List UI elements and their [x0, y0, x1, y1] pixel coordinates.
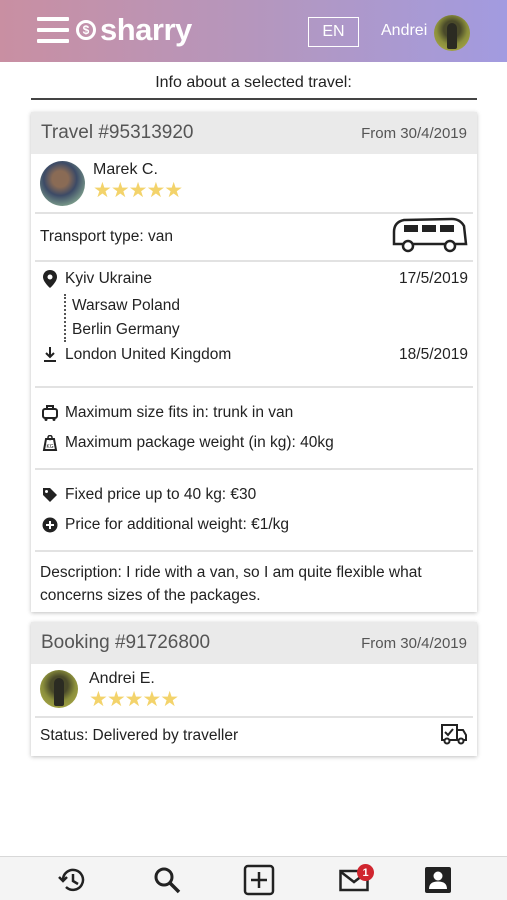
booking-person-rating-stars: ★★★★★ [89, 688, 179, 711]
route-origin: Kyiv Ukraine 17/5/2019 [40, 270, 468, 288]
profile-icon[interactable] [421, 863, 455, 897]
plus-circle-icon [40, 517, 60, 533]
package-limits: Maximum size fits in: trunk in van KG Ma… [31, 388, 477, 468]
van-icon [388, 216, 468, 259]
travel-description: Description: I ride with a van, so I am … [40, 564, 422, 604]
booking-title: Booking #91726800 [41, 632, 211, 653]
history-icon[interactable] [55, 863, 89, 897]
destination-city: London United Kingdom [65, 346, 232, 363]
booking-person-avatar[interactable] [40, 670, 78, 708]
travel-card: Travel #95313920 From 30/4/2019 Marek C.… [31, 112, 477, 612]
luggage-icon [40, 405, 60, 421]
booking-person-info[interactable]: Andrei E. ★★★★★ [31, 664, 477, 716]
svg-text:KG: KG [46, 444, 53, 450]
logo-text: sharry [100, 12, 192, 47]
user-name[interactable]: Andrei [381, 22, 427, 40]
fixed-price-text: Fixed price up to 40 kg: €30 [65, 486, 257, 503]
mail-unread-badge: 1 [357, 864, 374, 881]
subtitle-divider [31, 98, 477, 100]
driver-avatar[interactable] [40, 161, 85, 206]
app-header: $ sharry EN Andrei [0, 0, 507, 62]
max-size-row: Maximum size fits in: trunk in van [40, 398, 468, 428]
additional-price-text: Price for additional weight: €1/kg [65, 516, 290, 533]
hamburger-icon[interactable] [37, 17, 69, 43]
booking-status-text: Status: Delivered by traveller [40, 727, 239, 744]
stop-item: Berlin Germany [72, 321, 180, 338]
booking-card-header: Booking #91726800 From 30/4/2019 [31, 622, 477, 664]
max-weight-row: KG Maximum package weight (in kg): 40kg [40, 428, 468, 458]
destination-date: 18/5/2019 [399, 346, 468, 363]
transport-type-label: Transport type: van [40, 228, 173, 245]
driver-name: Marek C. [93, 161, 158, 178]
language-button[interactable]: EN [308, 17, 359, 47]
fixed-price-row: Fixed price up to 40 kg: €30 [40, 480, 468, 510]
booking-date: From 30/4/2019 [361, 634, 467, 652]
driver-rating-stars: ★★★★★ [93, 179, 183, 202]
route-destination: London United Kingdom 18/5/2019 [40, 346, 468, 364]
bottom-navigation: 1 [0, 856, 507, 900]
mail-icon[interactable]: 1 [337, 863, 374, 897]
user-avatar[interactable] [434, 15, 470, 51]
max-size-text: Maximum size fits in: trunk in van [65, 404, 294, 421]
add-icon[interactable] [242, 863, 276, 897]
app-logo[interactable]: $ sharry [76, 12, 192, 48]
booking-person-name: Andrei E. [89, 670, 155, 687]
pricing: Fixed price up to 40 kg: €30 Price for a… [31, 470, 477, 550]
travel-title: Travel #95313920 [41, 122, 194, 143]
transport-row: Transport type: van [31, 214, 477, 260]
search-icon[interactable] [150, 863, 184, 897]
booking-status-row: Status: Delivered by traveller [31, 718, 477, 754]
route-section: Kyiv Ukraine 17/5/2019 Warsaw Poland Ber… [31, 262, 477, 386]
travel-card-header: Travel #95313920 From 30/4/2019 [31, 112, 477, 154]
arrival-icon [40, 347, 60, 363]
logo-mark-icon: $ [76, 20, 96, 40]
travel-date: From 30/4/2019 [361, 124, 467, 142]
origin-city: Kyiv Ukraine [65, 270, 152, 287]
page-subtitle: Info about a selected travel: [155, 74, 352, 91]
additional-price-row: Price for additional weight: €1/kg [40, 510, 468, 540]
max-weight-text: Maximum package weight (in kg): 40kg [65, 434, 334, 451]
route-stops: Warsaw Poland Berlin Germany [64, 294, 468, 342]
origin-date: 17/5/2019 [399, 270, 468, 287]
weight-icon: KG [40, 435, 60, 451]
price-tag-icon [40, 487, 60, 503]
location-pin-icon [40, 270, 60, 288]
booking-card: Booking #91726800 From 30/4/2019 Andrei … [31, 622, 477, 756]
driver-info[interactable]: Marek C. ★★★★★ [31, 154, 477, 212]
stop-item: Warsaw Poland [72, 297, 180, 314]
delivery-truck-check-icon [440, 722, 468, 751]
